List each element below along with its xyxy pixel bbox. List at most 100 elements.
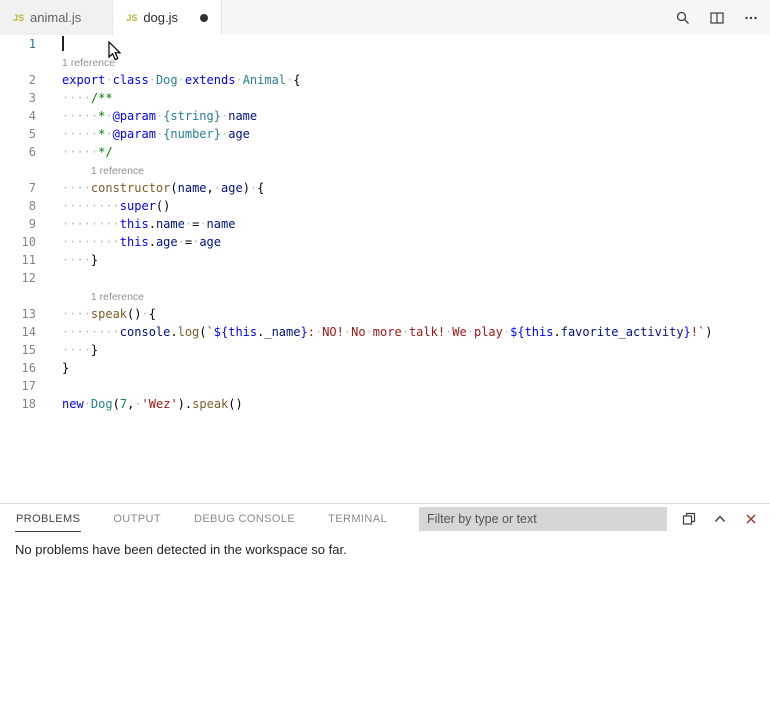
code-line[interactable]: } [62, 359, 770, 377]
code-line[interactable]: ·····*·@param·{string}·name [62, 107, 770, 125]
code-line[interactable]: ········console.log(`${this._name}:·NO!·… [62, 323, 770, 341]
line-number[interactable]: 12 [0, 269, 36, 287]
filter-input[interactable] [419, 507, 667, 531]
token-ws: ········ [62, 325, 120, 339]
line-number[interactable]: 5 [0, 125, 36, 143]
more-actions-icon[interactable] [742, 9, 760, 27]
code-line[interactable]: new·Dog(7,·'Wez').speak() [62, 395, 770, 413]
close-icon [743, 511, 759, 527]
token-var: age [221, 181, 243, 195]
panel-tab-terminal[interactable]: TERMINAL [327, 506, 388, 532]
token-pun: () [127, 307, 141, 321]
code-row: 18 new·Dog(7,·'Wez').speak() [0, 395, 770, 413]
code-line[interactable]: ····} [62, 251, 770, 269]
code-line[interactable] [62, 269, 770, 287]
code-line[interactable]: ····constructor(name,·age)·{ [62, 179, 770, 197]
editor-actions [674, 0, 770, 35]
token-pun: = [185, 235, 192, 249]
line-number[interactable]: 6 [0, 143, 36, 161]
token-pun: . [553, 325, 560, 339]
js-file-icon: JS [13, 13, 24, 23]
token-ws: ········ [62, 235, 120, 249]
code-line[interactable]: ·····*·@param·{number}·age [62, 125, 770, 143]
text-cursor [62, 36, 64, 51]
token-tpl: } [684, 325, 691, 339]
codelens-reference[interactable]: 1 reference [62, 54, 115, 72]
tab-label: animal.js [30, 10, 81, 25]
line-number[interactable]: 13 [0, 305, 36, 323]
js-file-icon: JS [126, 13, 137, 23]
token-kw: this [525, 325, 554, 339]
token-ws: · [366, 325, 373, 339]
code-line[interactable] [62, 35, 770, 53]
code-line[interactable]: ········this.name·=·name [62, 215, 770, 233]
panel-tab-problems[interactable]: PROBLEMS [15, 506, 81, 532]
code-line[interactable]: ········super() [62, 197, 770, 215]
token-str: No [351, 325, 365, 339]
panel-tab-output[interactable]: OUTPUT [112, 506, 162, 532]
more-actions-icon-glyph [743, 10, 759, 26]
token-fn: constructor [91, 181, 170, 195]
line-number[interactable]: 1 [0, 35, 36, 53]
line-number[interactable]: 15 [0, 341, 36, 359]
token-var: name [207, 217, 236, 231]
code-row: 5 ·····*·@param·{number}·age [0, 125, 770, 143]
code-line[interactable]: ·····*/ [62, 143, 770, 161]
maximize-panel-icon[interactable] [711, 510, 729, 528]
token-ws: · [141, 307, 148, 321]
tab-animal.js[interactable]: JS animal.js [0, 0, 113, 35]
token-ws: ····· [62, 127, 98, 141]
code-line[interactable]: ········this.age·=·age [62, 233, 770, 251]
token-str: : [308, 325, 315, 339]
line-number[interactable]: 2 [0, 71, 36, 89]
token-var: age [156, 235, 178, 249]
token-pun: { [149, 307, 156, 321]
code-row: 6 ·····*/ [0, 143, 770, 161]
token-ws: ···· [62, 307, 91, 321]
token-cls: Dog [156, 73, 178, 87]
line-number[interactable]: 7 [0, 179, 36, 197]
codelens-reference[interactable]: 1 reference [62, 288, 144, 306]
token-doctag: @param [113, 127, 156, 141]
token-pun: ) [243, 181, 250, 195]
token-var: console [120, 325, 171, 339]
line-number [0, 161, 36, 179]
line-number[interactable]: 18 [0, 395, 36, 413]
code-row: 12 [0, 269, 770, 287]
search-icon[interactable] [674, 9, 692, 27]
close-panel-icon[interactable] [742, 510, 760, 528]
split-editor-icon[interactable] [708, 9, 726, 27]
line-number[interactable]: 9 [0, 215, 36, 233]
codelens-reference[interactable]: 1 reference [62, 162, 144, 180]
code-row: 8 ········super() [0, 197, 770, 215]
line-number[interactable]: 16 [0, 359, 36, 377]
token-tpl: ${ [510, 325, 524, 339]
editor[interactable]: 1 1 reference 2 export·class·Dog·extends·An… [0, 35, 770, 503]
panel-layout-icon[interactable] [680, 510, 698, 528]
token-ws: · [84, 397, 91, 411]
panel-tab-debug-console[interactable]: DEBUG CONSOLE [193, 506, 296, 532]
tab-label: dog.js [143, 10, 178, 25]
token-ws: ···· [62, 253, 91, 267]
chevron-up-icon [712, 511, 728, 527]
code-line[interactable]: ····speak()·{ [62, 305, 770, 323]
line-number[interactable]: 8 [0, 197, 36, 215]
token-pun: { [293, 73, 300, 87]
line-number[interactable]: 17 [0, 377, 36, 395]
line-number[interactable]: 11 [0, 251, 36, 269]
token-pun: ) [705, 325, 712, 339]
code-line[interactable] [62, 377, 770, 395]
line-number[interactable]: 10 [0, 233, 36, 251]
token-ws: ····· [62, 109, 98, 123]
tab-dog.js[interactable]: JS dog.js [113, 0, 222, 35]
line-number[interactable]: 3 [0, 89, 36, 107]
line-number[interactable]: 4 [0, 107, 36, 125]
code-line[interactable]: export·class·Dog·extends·Animal·{ [62, 71, 770, 89]
code-line[interactable]: ····} [62, 341, 770, 359]
panel-tabs: PROBLEMS OUTPUT DEBUG CONSOLE TERMINAL [15, 506, 419, 532]
token-kw: this [228, 325, 257, 339]
code-row: 11 ····} [0, 251, 770, 269]
code-line[interactable]: ····/** [62, 89, 770, 107]
line-number[interactable]: 14 [0, 323, 36, 341]
split-editor-icon-glyph [709, 10, 725, 26]
